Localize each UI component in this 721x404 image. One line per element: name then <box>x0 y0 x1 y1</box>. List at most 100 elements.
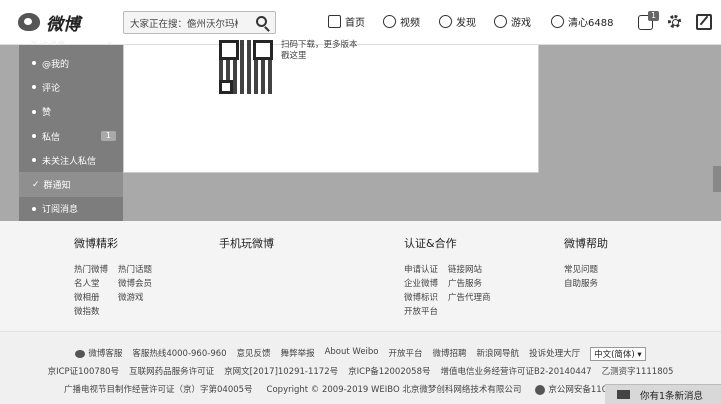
nav-user[interactable]: 清心6488 <box>551 14 613 29</box>
search-box <box>123 11 276 35</box>
license-text[interactable]: 京ICP备12002058号 <box>348 365 430 377</box>
nav-home[interactable]: 首页 <box>328 14 365 29</box>
footer-link[interactable]: 广告服务 <box>448 277 491 289</box>
footer-col-help: 微博帮助 常见问题 自助服务 <box>564 235 608 289</box>
footer-link[interactable]: 微博标识 <box>404 291 438 303</box>
qr-download-text[interactable]: 扫码下载，更多版本戳这里 <box>281 40 359 62</box>
footer-col-highlights: 微博精彩 热门微博 热门话题 名人堂 微博会员 微相册 微游戏 微指数 <box>74 235 152 317</box>
legal-link[interactable]: 微博招聘 <box>433 347 467 361</box>
sidebar-item-mentions[interactable]: @我的 <box>19 51 123 75</box>
sidebar-item-label: 私信 <box>42 132 61 143</box>
mail-icon <box>617 390 630 399</box>
search-icon[interactable] <box>256 16 267 27</box>
license-text[interactable]: 京网文[2017]10291-1172号 <box>224 365 338 377</box>
sidebar-item-group-notices[interactable]: ✓ 群通知 <box>19 172 123 197</box>
legal-row-links: 微博客服 客服热线4000-960-960 意见反馈 舞弊举报 About We… <box>0 347 721 361</box>
user-icon <box>551 15 564 28</box>
copyright-text: Copyright © 2009-2019 WEIBO 北京微梦创科网络技术有限… <box>266 385 522 395</box>
footer-col-title: 手机玩微博 <box>219 237 274 250</box>
police-badge-icon <box>535 384 546 395</box>
footer-col-title: 认证&合作 <box>404 237 457 250</box>
language-select[interactable]: 中文(简体) ▾ <box>590 347 646 361</box>
sidebar-item-label: 赞 <box>42 108 52 119</box>
legal-link[interactable]: 舞弊举报 <box>281 347 315 361</box>
license-text[interactable]: 广播电视节目制作经营许可证（京）字第04005号 <box>64 383 253 395</box>
footer-col-title: 微博精彩 <box>74 237 118 250</box>
compose-icon[interactable] <box>696 14 712 30</box>
message-sidebar: @我的 评论 赞 私信 1 未关注人私信 ✓ 群通知 订阅消息 <box>19 45 123 221</box>
bullet-icon <box>32 109 36 114</box>
legal-link[interactable]: 投诉处理大厅 <box>529 347 580 361</box>
license-text[interactable]: 增值电信业务经营许可证B2-20140447 <box>440 365 591 377</box>
sidebar-item-label: 订阅消息 <box>42 205 79 216</box>
search-input[interactable] <box>124 14 244 35</box>
nav-discover-label: 发现 <box>456 18 476 29</box>
footer-link[interactable]: 自助服务 <box>564 277 608 289</box>
check-icon: ✓ <box>32 179 40 190</box>
legal-link[interactable]: 客服热线4000-960-960 <box>132 347 226 361</box>
new-message-notice[interactable]: 你有1条新消息 <box>605 384 721 404</box>
sidebar-item-label: 未关注人私信 <box>42 156 97 167</box>
footer-link[interactable]: 微指数 <box>74 305 108 317</box>
sidebar-item-private-messages[interactable]: 私信 1 <box>19 124 123 148</box>
footer-link[interactable]: 企业微博 <box>404 277 438 289</box>
legal-link[interactable]: 意见反馈 <box>237 347 271 361</box>
nav-video[interactable]: 视频 <box>383 14 420 29</box>
new-message-text: 你有1条新消息 <box>640 390 704 402</box>
footer-link[interactable]: 广告代理商 <box>448 291 491 303</box>
unread-count-badge: 1 <box>100 130 116 141</box>
footer-col-mobile: 手机玩微博 <box>219 235 274 263</box>
nav-video-label: 视频 <box>400 18 420 29</box>
footer-col-partnership: 认证&合作 申请认证 链接网站 企业微博 广告服务 微博标识 广告代理商 开放平… <box>404 235 491 317</box>
sidebar-item-stranger-messages[interactable]: 未关注人私信 <box>19 148 123 172</box>
bullet-icon <box>32 158 36 163</box>
video-icon <box>383 15 396 28</box>
nav-home-label: 首页 <box>345 18 365 29</box>
footer-link[interactable]: 常见问题 <box>564 263 608 275</box>
sidebar-item-likes[interactable]: 赞 <box>19 100 123 124</box>
home-icon <box>328 15 341 28</box>
nav-user-label: 清心6488 <box>568 18 614 29</box>
site-footer: 微博精彩 热门微博 热门话题 名人堂 微博会员 微相册 微游戏 微指数 手机玩微… <box>0 221 721 331</box>
message-count-badge: 1 <box>648 11 660 21</box>
legal-link[interactable]: 开放平台 <box>389 347 423 361</box>
footer-link[interactable]: 微博会员 <box>118 277 152 289</box>
license-text[interactable]: 互联网药品服务许可证 <box>129 365 214 377</box>
compass-icon <box>439 15 452 28</box>
nav-game[interactable]: 游戏 <box>494 14 531 29</box>
legal-link[interactable]: 微博客服 <box>75 347 122 361</box>
bullet-icon <box>32 61 36 66</box>
footer-link[interactable]: 微相册 <box>74 291 108 303</box>
qr-code-image[interactable] <box>219 40 273 94</box>
nav-discover[interactable]: 发现 <box>439 14 476 29</box>
footer-link[interactable]: 名人堂 <box>74 277 108 289</box>
main-content-panel <box>123 45 539 173</box>
gear-icon[interactable] <box>668 15 681 28</box>
footer-link[interactable]: 申请认证 <box>404 263 438 275</box>
bullet-icon <box>32 206 36 211</box>
nav-game-label: 游戏 <box>511 18 531 29</box>
sidebar-item-label: 群通知 <box>43 181 71 192</box>
weibo-logo-icon <box>75 349 86 358</box>
game-icon <box>494 15 507 28</box>
footer-link[interactable]: 微游戏 <box>118 291 152 303</box>
logo-text: 微博 <box>46 14 80 35</box>
sidebar-item-label: 评论 <box>42 83 61 94</box>
weibo-logo-icon <box>18 13 40 31</box>
side-scroll-tab[interactable] <box>713 166 721 192</box>
weibo-logo[interactable]: 微博 <box>18 10 80 35</box>
license-text[interactable]: 京ICP证100780号 <box>48 365 120 377</box>
footer-link[interactable]: 开放平台 <box>404 305 438 317</box>
legal-link[interactable]: About Weibo <box>325 347 379 361</box>
footer-link[interactable]: 热门微博 <box>74 263 108 275</box>
footer-col-title: 微博帮助 <box>564 237 608 250</box>
legal-link[interactable]: 新浪网导航 <box>477 347 520 361</box>
footer-link[interactable]: 链接网站 <box>448 263 491 275</box>
bullet-icon <box>32 134 36 139</box>
footer-link[interactable]: 热门话题 <box>118 263 152 275</box>
bullet-icon <box>32 85 36 90</box>
sidebar-item-subscriptions[interactable]: 订阅消息 <box>19 197 123 221</box>
sidebar-item-label: @我的 <box>42 59 70 70</box>
sidebar-item-comments[interactable]: 评论 <box>19 75 123 99</box>
license-text[interactable]: 乙测资字1111805 <box>602 365 674 377</box>
